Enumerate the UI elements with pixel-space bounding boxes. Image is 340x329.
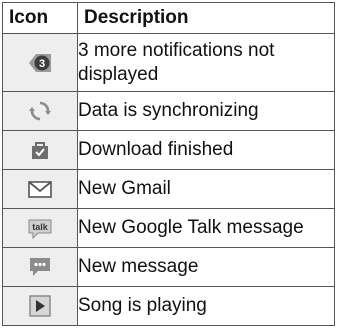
table-row: talk New Google Talk message — [2, 208, 335, 249]
table-row: Download finished — [2, 130, 335, 171]
download-finished-icon — [3, 139, 77, 161]
table-row: New message — [2, 247, 335, 287]
row-description: 3 more notifications not displayed — [77, 32, 335, 93]
description-column-header: Description — [77, 2, 335, 34]
table-row: Data is synchronizing — [2, 91, 335, 132]
new-message-icon — [3, 255, 77, 279]
talk-label: talk — [32, 222, 49, 232]
row-description: New Gmail — [77, 169, 335, 210]
table-header-row: Icon Description — [2, 2, 335, 34]
badge-count: 3 — [39, 58, 45, 70]
table-row: Song is playing — [2, 286, 335, 326]
gmail-icon — [3, 179, 77, 199]
more-notifications-badge-icon: 3 — [3, 52, 77, 74]
row-description: Song is playing — [77, 286, 335, 326]
play-icon — [3, 294, 77, 318]
icon-description-table: Icon Description 3 3 more notifications … — [2, 2, 335, 326]
row-description: Download finished — [77, 130, 335, 171]
row-description: New Google Talk message — [77, 208, 335, 249]
row-description: Data is synchronizing — [77, 91, 335, 132]
google-talk-icon: talk — [3, 216, 77, 240]
row-description: New message — [77, 247, 335, 287]
sync-icon — [3, 99, 77, 123]
icon-column-header: Icon — [2, 2, 78, 34]
table-row: 3 3 more notifications not displayed — [2, 32, 335, 93]
table-row: New Gmail — [2, 169, 335, 210]
